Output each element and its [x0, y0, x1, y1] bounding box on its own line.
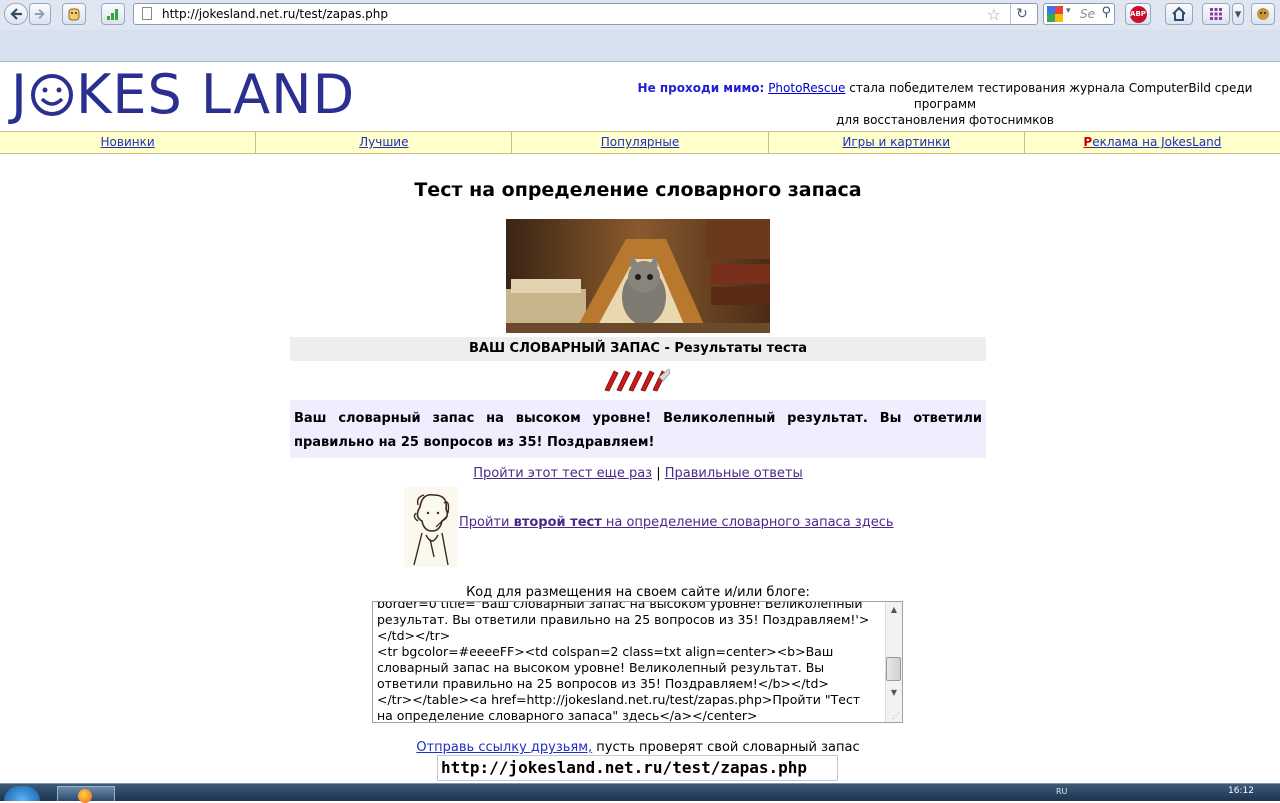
profile-button[interactable]: [1251, 3, 1275, 25]
pushkin-portrait-image: [404, 487, 458, 567]
scroll-down-icon[interactable]: ▼: [887, 686, 901, 700]
grid-icon: [1210, 8, 1222, 20]
main-nav: Новинки Лучшие Популярные Игры и картинк…: [0, 131, 1280, 154]
retake-test-link[interactable]: Пройти этот тест еще раз: [473, 466, 652, 481]
embed-code-text: border=0 title="Ваш словарный запас на в…: [377, 601, 870, 723]
forward-arrow-icon: [34, 9, 45, 19]
scroll-thumb[interactable]: [886, 657, 901, 681]
retake-row: Пройти этот тест еще раз | Правильные от…: [290, 466, 986, 481]
url-text: http://jokesland.net.ru/test/zapas.php: [162, 7, 389, 21]
search-dropdown-icon[interactable]: ▾: [1066, 6, 1071, 16]
home-icon: [1172, 6, 1186, 21]
bookmarks-bar: [0, 30, 1280, 62]
share-url-field[interactable]: http://jokesland.net.ru/test/zapas.php: [437, 755, 838, 781]
browser-toolbar: http://jokesland.net.ru/test/zapas.php ☆…: [0, 0, 1280, 31]
forward-button[interactable]: [29, 3, 51, 25]
nav-item-new[interactable]: Новинки: [0, 132, 257, 153]
adblock-icon: ABP: [1129, 5, 1147, 23]
link-separator: |: [652, 466, 665, 481]
firefox-icon: [78, 789, 92, 803]
page-title: Тест на определение словарного запаса: [414, 179, 862, 201]
google-icon: [1047, 6, 1063, 22]
share-rest-text: пусть проверят свой словарный запас: [592, 740, 860, 755]
result-header: ВАШ СЛОВАРНЫЙ ЗАПАС - Результаты теста: [290, 337, 986, 361]
site-logo[interactable]: J KES LAND: [11, 62, 355, 128]
nav-item-ads[interactable]: Реклама на JokesLand: [1025, 132, 1280, 153]
bookmark-star-icon[interactable]: ☆: [987, 5, 1001, 24]
search-box[interactable]: ▾ Se ⚲: [1043, 3, 1115, 25]
second-test-suffix: на определение словарного запаса здесь: [601, 515, 894, 530]
back-arrow-icon: [10, 8, 22, 20]
promo-line1-text: стала победителем тестирования журнала C…: [845, 81, 1253, 111]
embed-scrollbar[interactable]: ▲ ▼: [885, 602, 902, 722]
share-with-friends-link[interactable]: Отправь ссылку друзьям,: [416, 740, 592, 755]
windows-taskbar: RU 16:12: [0, 783, 1280, 803]
photorescue-link[interactable]: PhotoRescue: [768, 81, 845, 95]
nav-ads-rest: еклама на JokesLand: [1092, 135, 1222, 149]
correct-answers-link[interactable]: Правильные ответы: [665, 466, 803, 481]
url-bar[interactable]: http://jokesland.net.ru/test/zapas.php ☆…: [133, 3, 1038, 25]
promo-banner: Не проходи мимо: PhotoRescue стала побед…: [610, 80, 1280, 128]
firefox-taskbar-button[interactable]: [57, 786, 115, 803]
nav-ads-first-letter: Р: [1083, 135, 1093, 149]
reload-icon[interactable]: ↻: [1010, 4, 1033, 24]
signal-button[interactable]: [101, 3, 125, 25]
signal-bars-icon: [107, 9, 118, 20]
magnifier-icon[interactable]: ⚲: [1101, 5, 1111, 20]
result-message: Ваш словарный запас на высоком уровне! В…: [290, 400, 986, 458]
page-icon: [142, 7, 152, 20]
resize-grip-icon[interactable]: ⋰: [892, 711, 900, 720]
search-input[interactable]: Se: [1080, 7, 1095, 21]
second-test-link[interactable]: Пройти второй тест на определение словар…: [459, 515, 894, 530]
logo-text-end: KES LAND: [75, 63, 356, 126]
promo-line2-text: для восстановления фотоснимков: [836, 113, 1054, 127]
share-row: Отправь ссылку друзьям, пусть проверят с…: [290, 740, 986, 755]
logo-text-start: J: [11, 63, 28, 126]
embed-code-label: Код для размещения на своем сайте и/или …: [466, 585, 810, 600]
apps-dropdown-icon[interactable]: ▾: [1232, 3, 1244, 25]
apps-button[interactable]: [1202, 3, 1230, 25]
mascot-icon: [68, 8, 80, 21]
scroll-up-icon[interactable]: ▲: [887, 603, 901, 617]
system-clock[interactable]: 16:12: [1228, 786, 1254, 796]
kitten-with-books-image: [506, 219, 770, 333]
language-indicator[interactable]: RU: [1056, 787, 1067, 796]
start-button[interactable]: [4, 786, 40, 801]
back-button[interactable]: [4, 3, 28, 25]
addon-button[interactable]: [62, 3, 86, 25]
promo-label: Не проходи мимо:: [637, 81, 765, 95]
nav-item-best[interactable]: Лучшие: [256, 132, 513, 153]
home-button[interactable]: [1165, 3, 1193, 25]
pencil-rating-icon: [604, 368, 671, 392]
adblock-button[interactable]: ABP: [1125, 3, 1151, 25]
nav-item-popular[interactable]: Популярные: [512, 132, 769, 153]
nav-item-games[interactable]: Игры и картинки: [769, 132, 1025, 153]
monkey-icon: [1257, 8, 1269, 20]
smiley-icon: [30, 74, 73, 116]
second-test-prefix: Пройти: [459, 515, 514, 530]
embed-code-textarea[interactable]: border=0 title="Ваш словарный запас на в…: [372, 601, 903, 723]
second-test-bold: второй тест: [513, 515, 602, 530]
